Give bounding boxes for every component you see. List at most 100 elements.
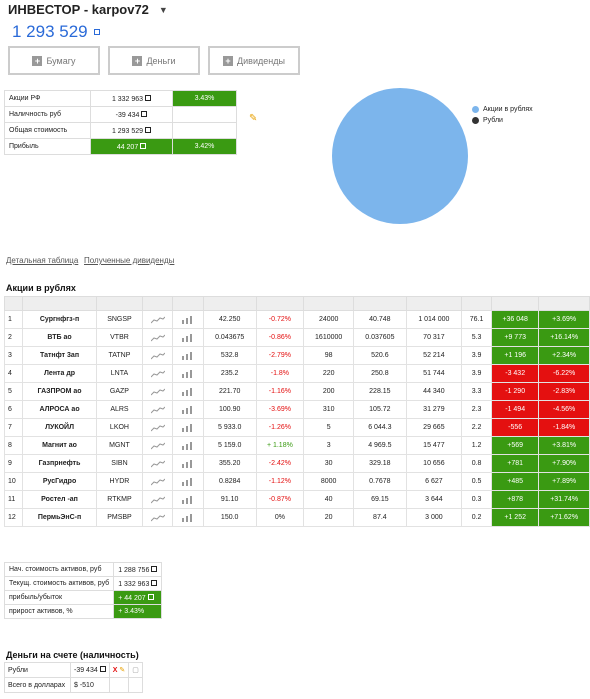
- stock-name[interactable]: Газпрнефть: [21, 454, 98, 473]
- chevron-down-icon[interactable]: ▼: [159, 5, 168, 15]
- stock-share: 3.9: [461, 346, 493, 365]
- assets-label: прибыль/убыток: [3, 590, 115, 605]
- stock-qty: 20: [303, 508, 355, 527]
- table-row[interactable]: 12 ПермьЭнС-п PMSBP 150.0 0% 20 87.4 3 000 0.2 +1…: [4, 508, 590, 527]
- table-row[interactable]: 2 ВТБ ао VTBR 0.043675 -0.86% 1610000 0.037605…: [4, 328, 590, 347]
- edit-pencil-icon[interactable]: ✎: [249, 113, 257, 124]
- bar-chart-icon[interactable]: [172, 418, 204, 437]
- stock-name[interactable]: Сургнфгз-п: [21, 310, 98, 329]
- edit-pencil-icon[interactable]: ✎: [119, 667, 125, 674]
- currency-icon: [145, 126, 152, 133]
- line-chart-icon[interactable]: [141, 454, 174, 473]
- line-chart-icon[interactable]: [141, 472, 174, 491]
- assets-row: Текущ. стоимость активов, руб 1 332 963: [3, 576, 163, 591]
- stock-change: -1.8%: [255, 364, 305, 383]
- summary-value: 1 332 963: [90, 90, 173, 107]
- table-row[interactable]: 7 ЛУКОЙЛ LKOH 5 933.0 -1.26% 5 6 044.3 29 665 2.…: [4, 418, 590, 437]
- cash-row: Рубли -39 434 X ✎ ▢: [4, 662, 143, 678]
- legend-item[interactable]: Рубли: [472, 115, 533, 126]
- stock-name[interactable]: АЛРОСА ао: [21, 400, 98, 419]
- line-chart-icon[interactable]: [141, 418, 174, 437]
- line-chart-icon[interactable]: [141, 364, 174, 383]
- table-row[interactable]: 1 Сургнфгз-п SNGSP 42.250 -0.72% 24000 40.748 1…: [4, 310, 590, 329]
- add-money-button[interactable]: + Деньги: [108, 46, 200, 75]
- bar-chart-icon[interactable]: [172, 328, 204, 347]
- table-row[interactable]: 5 ГАЗПРОМ ао GAZP 221.70 -1.16% 200 228.15 44 3…: [4, 382, 590, 401]
- stock-change: -2.42%: [255, 454, 305, 473]
- bar-chart-icon[interactable]: [172, 382, 204, 401]
- line-chart-icon[interactable]: [141, 310, 174, 329]
- assets-value: + 3.43%: [113, 604, 163, 619]
- stock-name[interactable]: Татнфт 3ап: [21, 346, 98, 365]
- stock-avg-price: 0.7678: [353, 472, 407, 491]
- table-row[interactable]: 3 Татнфт 3ап TATNP 532.8 -2.79% 98 520.6 52 214…: [4, 346, 590, 365]
- bar-chart-icon[interactable]: [172, 508, 204, 527]
- line-chart-icon[interactable]: [141, 346, 174, 365]
- stock-profit-pct: +7.89%: [538, 472, 590, 491]
- stock-name[interactable]: РусГидро: [21, 472, 98, 491]
- legend-dot: [472, 117, 479, 124]
- stock-avg-price: 329.18: [353, 454, 407, 473]
- detailed-table-link[interactable]: Детальная таблица: [6, 256, 78, 265]
- bar-chart-icon[interactable]: [172, 400, 204, 419]
- plus-icon: +: [32, 55, 43, 66]
- add-paper-button[interactable]: + Бумагу: [8, 46, 100, 75]
- row-index: 8: [4, 436, 23, 455]
- stock-name[interactable]: Лента др: [21, 364, 98, 383]
- balance-display: 1 293 529: [12, 22, 100, 42]
- assets-label: Текущ. стоимость активов, руб: [3, 576, 115, 591]
- row-index: 12: [4, 508, 23, 527]
- row-index: 10: [4, 472, 23, 491]
- currency-icon: [151, 579, 158, 586]
- stock-profit-pct: -6.22%: [538, 364, 590, 383]
- stock-change: -0.72%: [255, 310, 305, 329]
- bar-chart-icon[interactable]: [172, 310, 204, 329]
- row-index: 6: [4, 400, 23, 419]
- stock-name[interactable]: ВТБ ао: [21, 328, 98, 347]
- add-dividends-label: Дивиденды: [237, 55, 285, 66]
- summary-pct: [172, 106, 237, 123]
- stock-avg-price: 105.72: [353, 400, 407, 419]
- line-chart-icon[interactable]: [141, 508, 174, 527]
- stock-name[interactable]: ПермьЭнС-п: [21, 508, 98, 527]
- stock-share: 1.2: [461, 436, 493, 455]
- summary-pct: 3.42%: [172, 138, 237, 155]
- stock-price: 5 933.0: [202, 418, 257, 437]
- bar-chart-icon[interactable]: [172, 454, 204, 473]
- table-row[interactable]: 8 Магнит ао MGNT 5 159.0 + 1.18% 3 4 969.5 15 4…: [4, 436, 590, 455]
- line-chart-icon[interactable]: [141, 436, 174, 455]
- stock-share: 3.9: [461, 364, 493, 383]
- assets-value: + 44 207: [113, 590, 163, 605]
- bar-chart-icon[interactable]: [172, 490, 204, 509]
- stock-profit-pct: -4.56%: [538, 400, 590, 419]
- table-row[interactable]: 6 АЛРОСА ао ALRS 100.90 -3.69% 310 105.72 31 27…: [4, 400, 590, 419]
- line-chart-icon[interactable]: [141, 400, 174, 419]
- bar-chart-icon[interactable]: [172, 364, 204, 383]
- table-row[interactable]: 10 РусГидро HYDR 0.8284 -1.12% 8000 0.7678 6 62…: [4, 472, 590, 491]
- add-dividends-button[interactable]: + Дивиденды: [208, 46, 300, 75]
- delete-icon[interactable]: X: [113, 667, 118, 674]
- document-icon[interactable]: ▢: [128, 662, 143, 678]
- legend-item[interactable]: Акции в рублях: [472, 104, 533, 115]
- line-chart-icon[interactable]: [141, 328, 174, 347]
- table-row[interactable]: 11 Ростел -ап RTKMP 91.10 -0.87% 40 69.15 3 644…: [4, 490, 590, 509]
- received-dividends-link[interactable]: Полученные дивиденды: [84, 256, 174, 265]
- line-chart-icon[interactable]: [141, 490, 174, 509]
- bar-chart-icon[interactable]: [172, 346, 204, 365]
- line-chart-icon[interactable]: [141, 382, 174, 401]
- stock-share: 3.3: [461, 382, 493, 401]
- row-index: 5: [4, 382, 23, 401]
- table-row[interactable]: 9 Газпрнефть SIBN 355.20 -2.42% 30 329.18 10 65…: [4, 454, 590, 473]
- table-row[interactable]: 4 Лента др LNTA 235.2 -1.8% 220 250.8 51 744 3.9…: [4, 364, 590, 383]
- stock-name[interactable]: Ростел -ап: [21, 490, 98, 509]
- stock-share: 5.3: [461, 328, 493, 347]
- assets-row: прибыль/убыток + 44 207: [3, 590, 163, 605]
- bar-chart-icon[interactable]: [172, 472, 204, 491]
- stock-share: 0.5: [461, 472, 493, 491]
- stock-name[interactable]: Магнит ао: [21, 436, 98, 455]
- stock-name[interactable]: ЛУКОЙЛ: [21, 418, 98, 437]
- pie-slice[interactable]: [332, 88, 468, 224]
- stock-share: 0.2: [461, 508, 493, 527]
- stock-name[interactable]: ГАЗПРОМ ао: [21, 382, 98, 401]
- bar-chart-icon[interactable]: [172, 436, 204, 455]
